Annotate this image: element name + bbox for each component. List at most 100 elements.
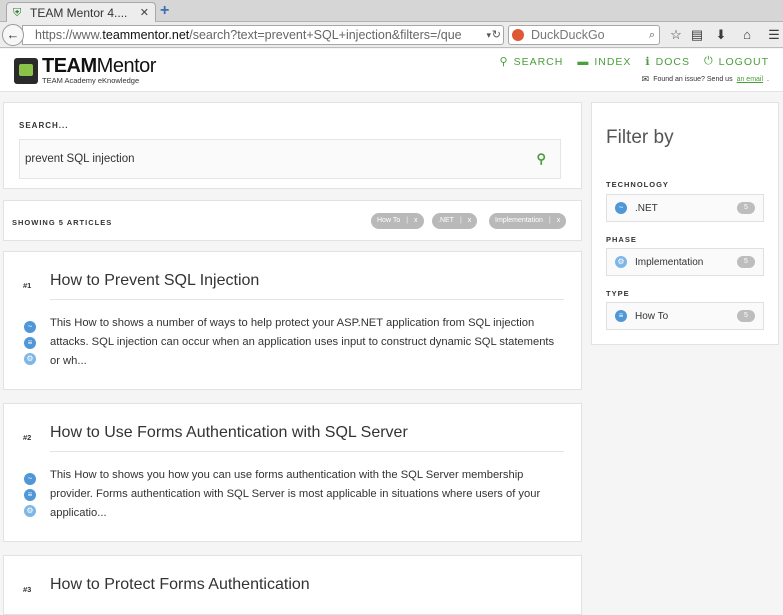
divider — [50, 451, 564, 452]
search-engine-name: DuckDuckGo — [531, 28, 605, 42]
article-card: #3 How to Protect Forms Authentication — [3, 555, 582, 615]
filter-count-badge: 5 — [737, 310, 755, 322]
filter-panel: Filter by TECHNOLOGY ~ .NET 5 PHASE ⚙ Im… — [591, 102, 779, 345]
home-icon[interactable]: ⌂ — [738, 26, 756, 44]
phase-icon: ⚙ — [24, 505, 36, 517]
new-tab-icon[interactable]: + — [160, 3, 176, 19]
email-link[interactable]: an email — [737, 76, 763, 83]
type-icon: ≡ — [24, 489, 36, 501]
search-icon: ⚲ — [499, 56, 509, 68]
article-card: #1 How to Prevent SQL Injection ~ ≡ ⚙ Th… — [3, 251, 582, 390]
results-count: SHOWING 5 ARTICLES — [12, 218, 113, 227]
article-number: #2 — [23, 433, 32, 442]
logo-icon — [14, 57, 38, 84]
folder-icon: ▬ — [577, 55, 590, 68]
nav-search[interactable]: ⚲ SEARCH — [499, 55, 564, 69]
browser-nav-bar: https://www.teammentor.net/search?text=p… — [0, 22, 783, 48]
filter-title: Filter by — [606, 127, 674, 148]
bookmark-star-icon[interactable]: ☆ — [667, 26, 685, 44]
issue-text: Found an issue? Send us — [653, 76, 733, 83]
filter-heading-type: TYPE — [606, 289, 630, 298]
filter-chip-implementation[interactable]: Implementation | x — [489, 213, 567, 229]
chip-label: How To — [377, 217, 401, 224]
article-title[interactable]: How to Prevent SQL Injection — [50, 272, 259, 290]
filter-item-dotnet[interactable]: ~ .NET 5 — [606, 194, 764, 222]
url-host: teammentor.net — [102, 28, 190, 42]
filter-item-label: Implementation — [635, 256, 704, 268]
divider — [50, 299, 564, 300]
chip-label: Implementation — [495, 217, 543, 224]
search-panel: SEARCH... prevent SQL injection ⚲ — [3, 102, 582, 189]
article-title[interactable]: How to Protect Forms Authentication — [50, 576, 310, 594]
browser-search-bar[interactable]: DuckDuckGo ⌕ — [508, 25, 660, 45]
teammentor-favicon-icon: ⛨ — [13, 6, 22, 19]
site-header: TEAMMentor TEAM Academy eKnowledge ⚲ SEAR… — [0, 49, 783, 92]
technology-icon: ~ — [615, 202, 627, 214]
menu-icon[interactable]: ☰ — [765, 26, 783, 44]
type-icon: ≡ — [24, 337, 36, 349]
issue-end: . — [767, 76, 769, 83]
url-prefix: https://www. — [35, 28, 103, 42]
tab-title: TEAM Mentor 4.... — [30, 5, 128, 20]
filter-heading-phase: PHASE — [606, 235, 637, 244]
nav-index-label: INDEX — [594, 55, 632, 68]
article-tag-icons: ~ ≡ ⚙ — [24, 321, 36, 365]
nav-logout[interactable]: ⏻ LOGOUT — [704, 55, 769, 68]
info-icon: ℹ — [645, 56, 651, 68]
filter-item-how-to[interactable]: ≡ How To 5 — [606, 302, 764, 330]
chip-remove-icon[interactable]: x — [468, 213, 472, 229]
issue-notice: ✉ Found an issue? Send us an email. — [642, 74, 769, 85]
search-value: prevent SQL injection — [25, 153, 135, 165]
url-bar[interactable]: https://www.teammentor.net/search?text=p… — [22, 25, 504, 45]
chip-remove-icon[interactable]: x — [414, 213, 418, 229]
nav-logout-label: LOGOUT — [718, 55, 769, 68]
brand-rest: Mentor — [96, 55, 157, 77]
browser-tab[interactable]: ⛨ TEAM Mentor 4.... ✕ — [6, 2, 156, 22]
filter-count-badge: 5 — [737, 256, 755, 268]
article-title[interactable]: How to Use Forms Authentication with SQL… — [50, 424, 408, 442]
teammentor-logo[interactable]: TEAMMentor TEAM Academy eKnowledge — [14, 56, 156, 85]
close-tab-icon[interactable]: ✕ — [140, 6, 149, 19]
results-summary-panel: SHOWING 5 ARTICLES How To | x .NET | x Imple… — [3, 200, 582, 241]
reload-icon[interactable]: ↻ — [492, 26, 501, 44]
search-submit-icon[interactable]: ⚲ — [536, 140, 546, 178]
article-summary: This How to shows you how you can use fo… — [50, 469, 541, 519]
article-card: #2 How to Use Forms Authentication with … — [3, 403, 582, 542]
technology-icon: ~ — [24, 473, 36, 485]
chip-remove-icon[interactable]: x — [557, 213, 561, 229]
article-tag-icons: ~ ≡ ⚙ — [24, 473, 36, 517]
url-dropdown-icon[interactable]: ▾ — [486, 26, 491, 44]
duckduckgo-icon — [512, 29, 524, 41]
brand-tagline: TEAM Academy eKnowledge — [42, 76, 140, 85]
nav-index[interactable]: ▬ INDEX — [577, 55, 631, 68]
type-icon: ≡ — [615, 310, 627, 322]
nav-docs[interactable]: ℹ DOCS — [645, 55, 690, 69]
power-icon: ⏻ — [703, 55, 714, 67]
brand-bold: TEAM — [42, 55, 97, 77]
filter-chip-dotnet[interactable]: .NET | x — [432, 213, 478, 229]
filter-item-implementation[interactable]: ⚙ Implementation 5 — [606, 248, 764, 276]
reading-list-icon[interactable]: ▤ — [688, 26, 706, 44]
search-input[interactable]: prevent SQL injection ⚲ — [19, 139, 561, 179]
filter-count-badge: 5 — [737, 202, 755, 214]
envelope-icon: ✉ — [641, 74, 650, 84]
filter-heading-technology: TECHNOLOGY — [606, 180, 669, 189]
search-label: SEARCH... — [19, 121, 69, 130]
article-summary: This How to shows a number of ways to he… — [50, 317, 555, 367]
back-button[interactable]: ← — [2, 24, 24, 46]
filter-item-label: How To — [635, 310, 669, 322]
nav-docs-label: DOCS — [655, 55, 690, 68]
browser-tab-bar: ⛨ TEAM Mentor 4.... ✕ + — [0, 0, 783, 22]
filter-item-label: .NET — [635, 202, 658, 214]
url-path: /search?text=prevent+SQL+injection&filte… — [189, 28, 462, 42]
technology-icon: ~ — [24, 321, 36, 333]
download-icon[interactable]: ⬇ — [712, 26, 730, 44]
phase-icon: ⚙ — [24, 353, 36, 365]
phase-icon: ⚙ — [615, 256, 627, 268]
nav-search-label: SEARCH — [513, 55, 564, 68]
filter-chip-how-to[interactable]: How To | x — [371, 213, 424, 229]
article-number: #3 — [23, 585, 32, 594]
search-icon[interactable]: ⌕ — [649, 26, 655, 44]
top-nav: ⚲ SEARCH ▬ INDEX ℹ DOCS ⏻ LOGOUT — [500, 55, 770, 68]
chip-label: .NET — [438, 217, 454, 224]
